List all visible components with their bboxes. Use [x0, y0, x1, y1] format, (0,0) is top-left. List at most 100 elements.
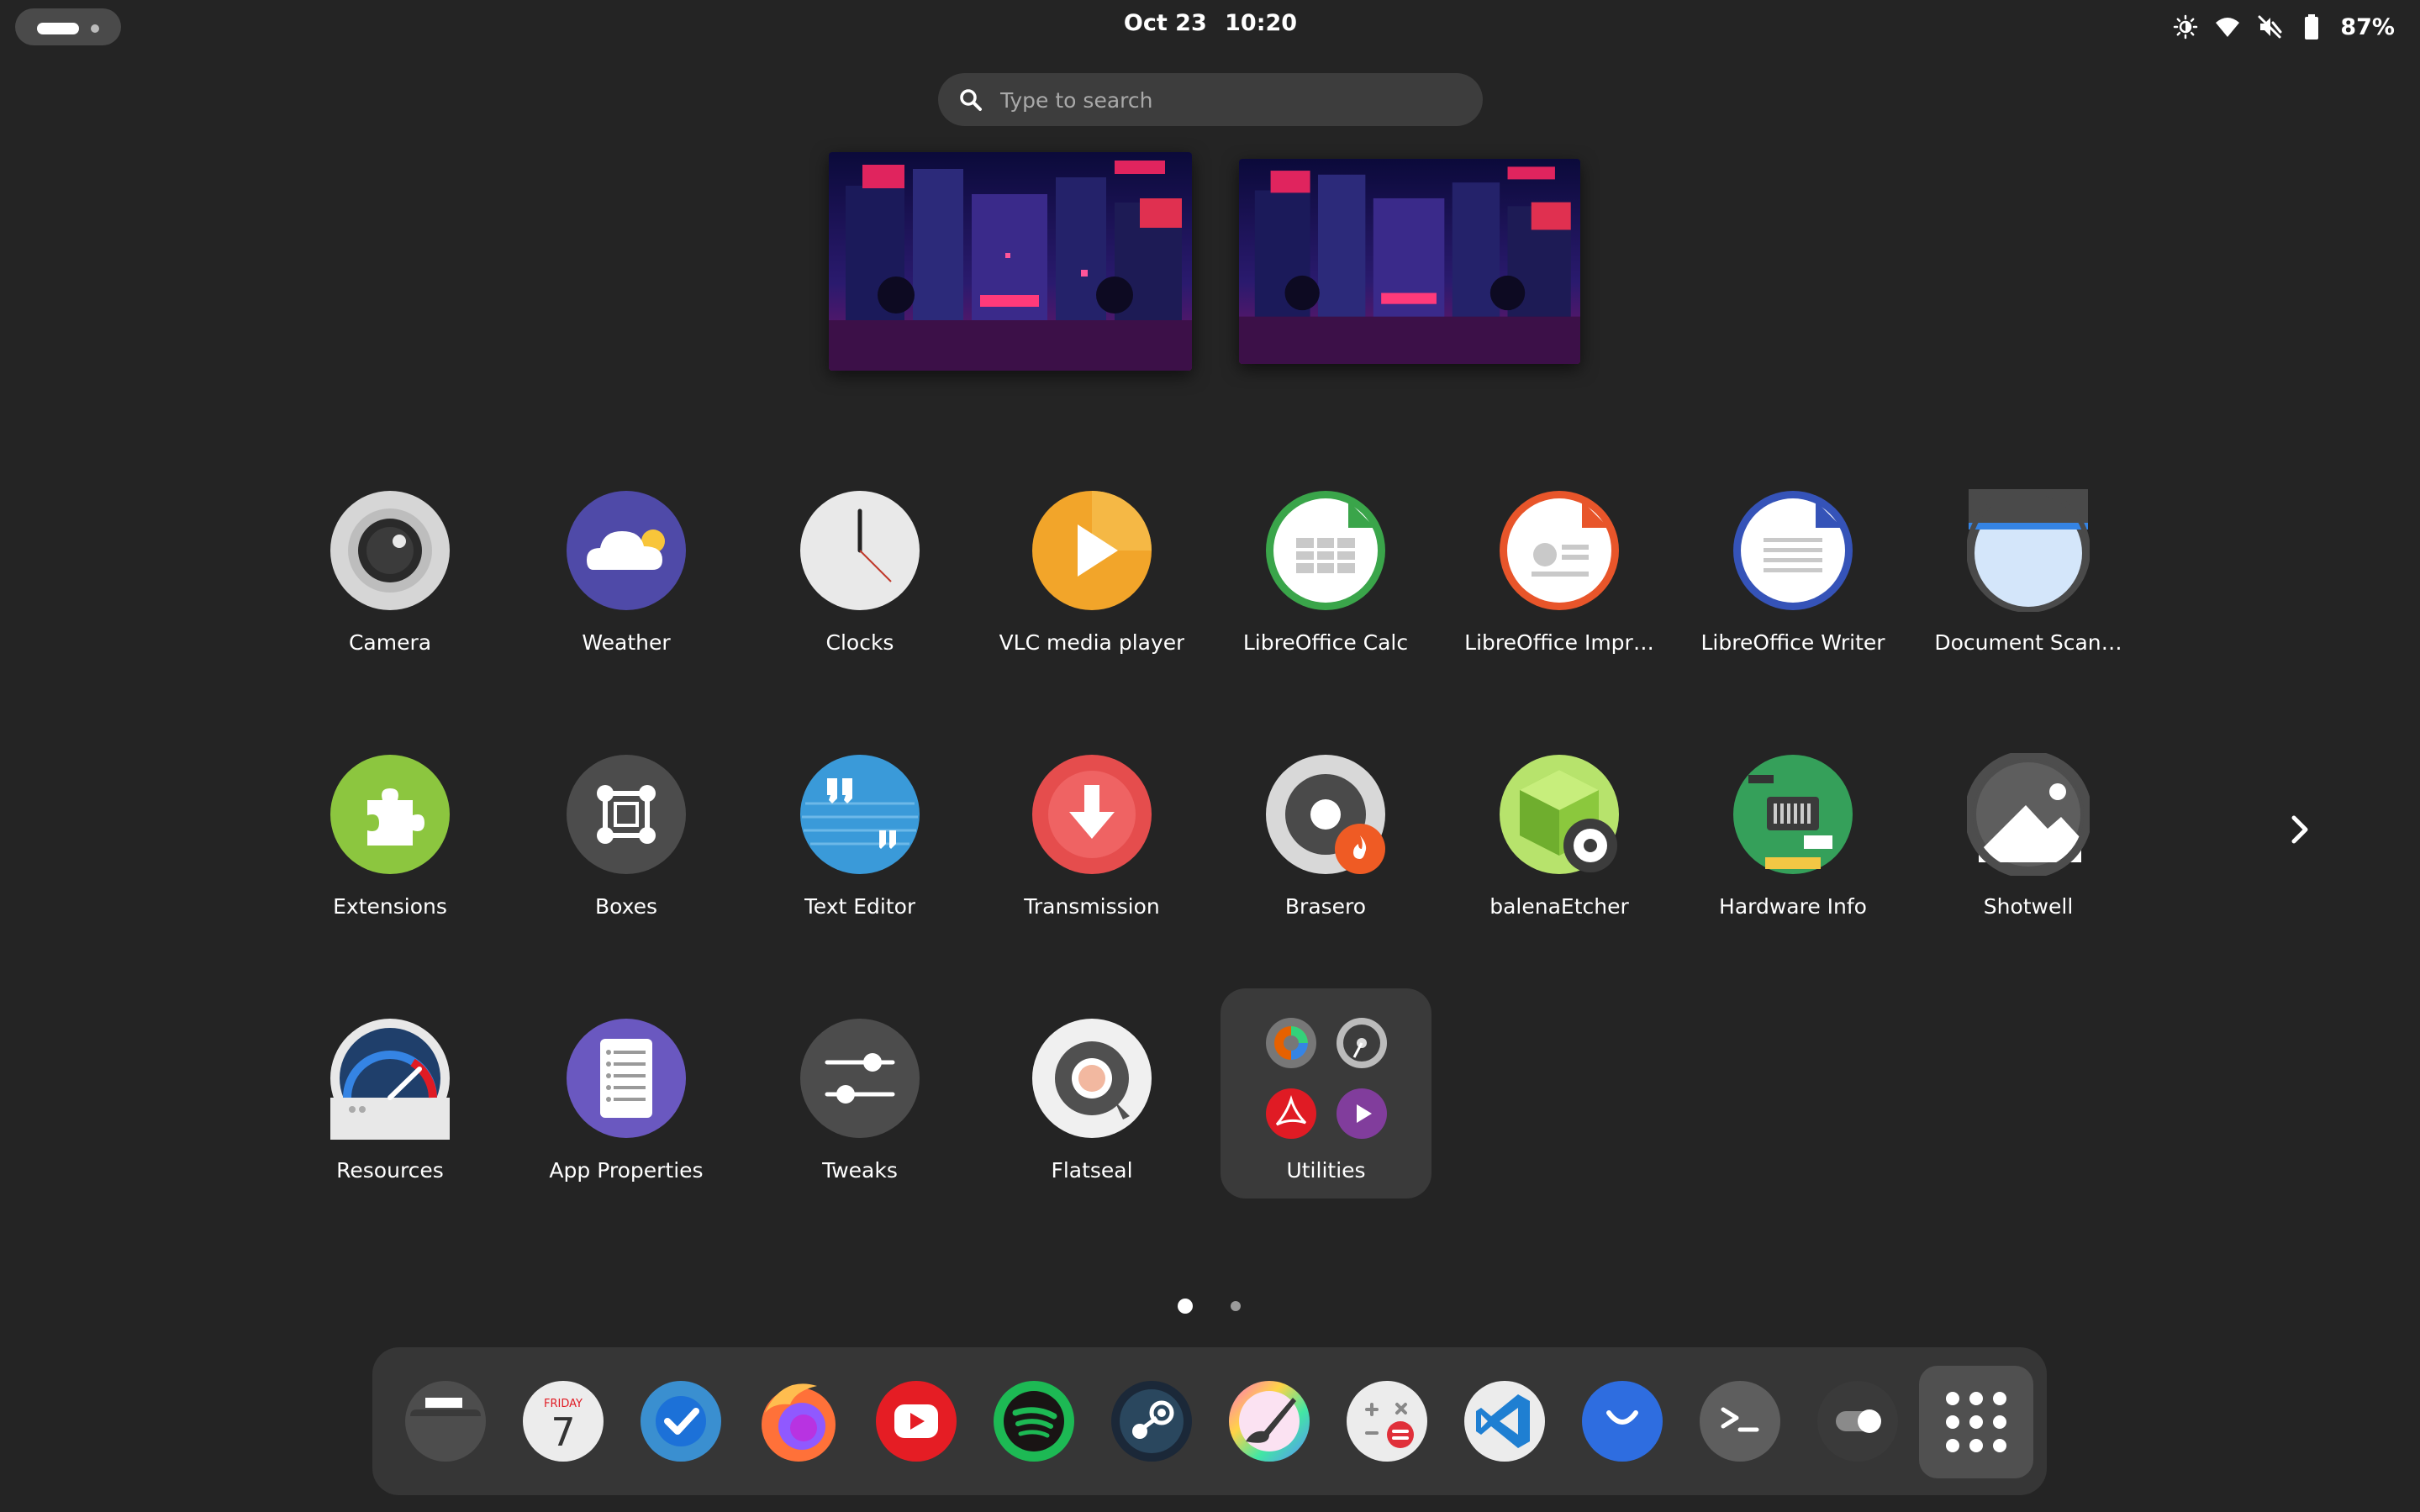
dock-firefox[interactable] — [757, 1379, 841, 1463]
app-libreoffice-calc[interactable]: LibreOffice Calc — [1221, 456, 1431, 666]
checkmark-icon — [641, 1381, 721, 1462]
app-label: App Properties — [549, 1158, 704, 1183]
camera-icon — [329, 489, 451, 612]
youtube-icon — [876, 1381, 957, 1462]
search-input[interactable] — [999, 73, 1456, 128]
search-icon — [958, 87, 983, 113]
app-flatseal[interactable]: Flatseal — [987, 983, 1197, 1193]
folder-icon — [405, 1381, 486, 1462]
app-camera[interactable]: Camera — [285, 456, 495, 666]
app-label: Resources — [336, 1158, 444, 1183]
app-label: Camera — [348, 630, 432, 655]
app-label: balenaEtcher — [1489, 894, 1629, 919]
app-label: Text Editor — [804, 894, 916, 919]
disc-burner-icon — [1264, 753, 1387, 876]
presentation-icon — [1498, 489, 1621, 612]
steam-icon — [1111, 1381, 1192, 1462]
disks-icon — [1336, 1017, 1388, 1069]
circuit-board-icon — [1732, 753, 1854, 876]
app-label: Clocks — [825, 630, 894, 655]
night-light-icon — [2172, 13, 2199, 40]
activities-button[interactable] — [15, 8, 121, 45]
app-folder-utilities[interactable]: Utilities — [1221, 988, 1431, 1199]
folder-label: Utilities — [1286, 1158, 1366, 1183]
dock-terminal[interactable] — [1698, 1379, 1782, 1463]
app-text-editor[interactable]: Text Editor — [755, 719, 965, 930]
dock-steam[interactable] — [1110, 1379, 1194, 1463]
battery-percentage: 87% — [2340, 13, 2395, 40]
app-shotwell[interactable]: Shotwell — [1923, 719, 2133, 930]
photo-icon — [1967, 753, 2090, 876]
calendar-day: FRIDAY — [544, 1398, 583, 1410]
app-hardware-info[interactable]: Hardware Info — [1688, 719, 1898, 930]
puzzle-icon — [329, 753, 451, 876]
app-label: VLC media player — [999, 630, 1185, 655]
app-boxes[interactable]: Boxes — [521, 719, 731, 930]
dock: FRIDAY 7 — [372, 1347, 2047, 1495]
app-label: Transmission — [1024, 894, 1160, 919]
wifi-icon — [2214, 13, 2241, 40]
app-app-properties[interactable]: App Properties — [521, 983, 731, 1193]
app-clocks[interactable]: Clocks — [755, 456, 965, 666]
dock-calendar[interactable]: FRIDAY 7 — [521, 1379, 605, 1463]
app-label: Hardware Info — [1719, 894, 1867, 919]
app-libreoffice-writer[interactable]: LibreOffice Writer — [1688, 456, 1898, 666]
dock-paint[interactable] — [1227, 1379, 1311, 1463]
dock-youtube[interactable] — [874, 1379, 958, 1463]
firefox-icon — [762, 1383, 836, 1462]
dock-tasks[interactable] — [639, 1379, 723, 1463]
weather-icon — [565, 489, 688, 612]
dock-calculator[interactable] — [1345, 1379, 1429, 1463]
app-tweaks[interactable]: Tweaks — [755, 983, 965, 1193]
app-vlc[interactable]: VLC media player — [987, 456, 1197, 666]
app-label: Flatseal — [1051, 1158, 1133, 1183]
transmission-icon — [1031, 753, 1153, 876]
app-label: Brasero — [1284, 894, 1367, 919]
spotify-icon — [994, 1381, 1074, 1462]
vlc-icon — [1031, 489, 1153, 612]
date-time-button[interactable]: Oct 23 10:20 — [1042, 10, 1379, 36]
app-label: Tweaks — [822, 1158, 898, 1183]
search-box[interactable] — [938, 73, 1483, 128]
sliders-icon — [799, 1017, 921, 1140]
show-apps-button[interactable] — [1919, 1366, 2033, 1478]
calendar-date: 7 — [551, 1409, 576, 1455]
app-resources[interactable]: Resources — [285, 983, 495, 1193]
page-indicator — [1160, 1294, 1261, 1320]
disk-usage-icon — [1265, 1017, 1317, 1069]
page-dot-active[interactable] — [1178, 1299, 1193, 1314]
toggle-icon — [1817, 1381, 1898, 1462]
terminal-icon — [1700, 1381, 1780, 1462]
spreadsheet-icon — [1264, 489, 1387, 612]
app-label: LibreOffice Impr… — [1464, 630, 1654, 655]
workspace-thumbnail-1[interactable] — [829, 152, 1192, 371]
dock-vscode[interactable] — [1463, 1379, 1547, 1463]
calculator-icon — [1347, 1381, 1427, 1462]
folder-preview-grid — [1265, 1017, 1388, 1140]
dock-toggle-settings[interactable] — [1816, 1379, 1900, 1463]
app-brasero[interactable]: Brasero — [1221, 719, 1431, 930]
app-balena-etcher[interactable]: balenaEtcher — [1454, 719, 1664, 930]
app-libreoffice-impress[interactable]: LibreOffice Impr… — [1454, 456, 1664, 666]
next-page-button[interactable] — [2280, 800, 2320, 859]
app-extensions[interactable]: Extensions — [285, 719, 495, 930]
app-document-scanner[interactable]: Document Scan… — [1923, 456, 2133, 666]
dock-spotify[interactable] — [992, 1379, 1076, 1463]
dock-ulauncher[interactable] — [1580, 1379, 1664, 1463]
boxes-icon — [565, 753, 688, 876]
text-editor-icon — [799, 753, 921, 876]
app-label: Document Scan… — [1934, 630, 2122, 655]
app-label: Extensions — [333, 894, 447, 919]
page-dot[interactable] — [1231, 1301, 1241, 1311]
vscode-icon — [1464, 1381, 1545, 1462]
app-label: Weather — [582, 630, 671, 655]
workspace-indicator-active — [37, 23, 79, 34]
app-weather[interactable]: Weather — [521, 456, 731, 666]
scanner-icon — [1967, 489, 2090, 612]
dock-files[interactable] — [403, 1379, 488, 1463]
gauge-icon — [329, 1017, 451, 1140]
workspace-thumbnail-2[interactable] — [1239, 159, 1580, 364]
system-status-area[interactable]: 87% — [2172, 10, 2395, 44]
clocks-icon — [799, 489, 921, 612]
app-transmission[interactable]: Transmission — [987, 719, 1197, 930]
